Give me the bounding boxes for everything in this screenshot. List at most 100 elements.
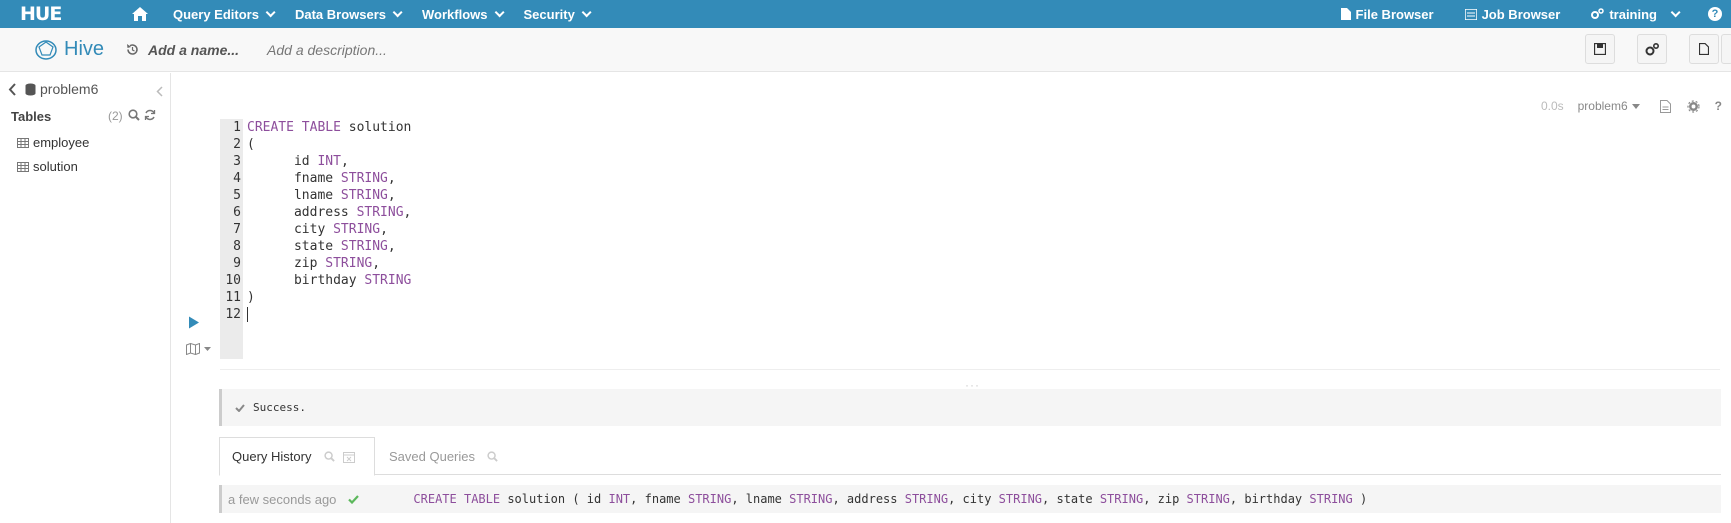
save-button[interactable] xyxy=(1585,34,1615,64)
file-icon xyxy=(1340,8,1351,20)
settings-cogs-button[interactable] xyxy=(1637,34,1667,64)
editor-type-title: Hive xyxy=(64,38,105,60)
menu-data-browsers[interactable]: Data Browsers xyxy=(295,7,403,22)
chevron-left-icon xyxy=(156,86,163,97)
code-line: 6 address STRING, xyxy=(220,204,411,221)
search-icon[interactable] xyxy=(128,109,140,121)
assist-panel: problem6 Tables (2) employee solution xyxy=(0,73,171,523)
hue-logo[interactable]: HUE xyxy=(20,3,72,25)
chevron-down-icon xyxy=(392,6,403,17)
code-line: 2( xyxy=(220,136,411,153)
history-time: a few seconds ago xyxy=(228,491,337,507)
line-content: state STRING, xyxy=(247,239,396,254)
line-content xyxy=(242,306,248,323)
menu-security[interactable]: Security xyxy=(524,7,592,22)
query-builder-button[interactable] xyxy=(186,343,211,355)
line-number: 10 xyxy=(225,273,241,288)
chevron-down-icon xyxy=(494,6,505,17)
tab-saved-queries[interactable]: Saved Queries xyxy=(389,437,498,476)
query-description-field[interactable]: Add a description... xyxy=(267,42,387,58)
job-browser-link[interactable]: Job Browser xyxy=(1464,7,1560,22)
line-content: zip STRING, xyxy=(247,256,381,271)
code-line: 9 zip STRING, xyxy=(220,255,411,272)
help-icon[interactable]: ? xyxy=(1715,99,1722,113)
calendar-x-icon xyxy=(343,451,356,463)
play-icon xyxy=(189,316,199,329)
search-icon xyxy=(324,451,336,462)
user-menu[interactable]: training xyxy=(1591,7,1681,22)
file-browser-link[interactable]: File Browser xyxy=(1340,7,1434,22)
top-navbar: HUE Query Editors Data Browsers Workflow… xyxy=(0,0,1731,28)
search-icon xyxy=(487,451,498,462)
code-lines: 1 CREATE TABLE solution 2(3 id INT, 4 fname… xyxy=(220,119,411,323)
check-icon xyxy=(235,403,245,412)
help-icon[interactable]: ? xyxy=(1708,7,1722,21)
line-content: CREATE TABLE solution xyxy=(247,120,412,135)
saved-search-button[interactable] xyxy=(487,451,498,462)
history-item[interactable]: a few seconds ago CREATE TABLE solution … xyxy=(219,485,1721,513)
line-number: 1 xyxy=(233,120,241,135)
table-icon xyxy=(17,161,29,172)
chevron-left-icon xyxy=(8,82,16,96)
hive-icon xyxy=(35,39,57,60)
cogs-icon xyxy=(1591,8,1605,19)
line-content: fname STRING, xyxy=(247,171,396,186)
table-item-employee[interactable]: employee xyxy=(17,135,89,150)
query-name-field[interactable]: Add a name... xyxy=(148,42,239,58)
menu-workflows[interactable]: Workflows xyxy=(422,6,505,22)
list-icon xyxy=(1464,8,1477,20)
line-number: 3 xyxy=(233,154,241,169)
home-button[interactable] xyxy=(130,4,150,24)
refresh-icon[interactable] xyxy=(144,109,156,121)
code-line: 5 lname STRING, xyxy=(220,187,411,204)
line-number: 8 xyxy=(233,239,241,254)
tab-query-history[interactable]: Query History xyxy=(219,437,375,476)
caret-down-icon xyxy=(1631,103,1640,109)
line-number: 4 xyxy=(233,171,241,186)
more-actions-button[interactable] xyxy=(1721,34,1731,64)
line-number: 2 xyxy=(233,137,241,152)
line-number: 5 xyxy=(233,188,241,203)
save-icon xyxy=(1594,43,1606,55)
line-content: ( xyxy=(247,137,255,152)
caret-down-icon xyxy=(204,347,211,351)
collapse-sidebar-button[interactable] xyxy=(156,85,163,100)
line-number: 9 xyxy=(233,256,241,271)
snippet-database-selector[interactable]: problem6 xyxy=(1578,99,1640,113)
menu-query-editors[interactable]: Query Editors xyxy=(173,7,276,22)
clear-history-button[interactable] xyxy=(343,451,356,463)
text-cursor xyxy=(247,307,248,322)
code-line: 3 id INT, xyxy=(220,153,411,170)
line-number: 6 xyxy=(233,205,241,220)
line-content: lname STRING, xyxy=(247,188,396,203)
code-line: 1 CREATE TABLE solution xyxy=(220,119,411,136)
code-line: 12 xyxy=(220,306,411,323)
history-query-text: CREATE TABLE solution ( id INT, fname ST… xyxy=(413,492,1368,506)
tables-label: Tables xyxy=(11,109,52,124)
table-item-solution[interactable]: solution xyxy=(17,159,78,174)
code-line: 10 birthday STRING xyxy=(220,272,411,289)
run-query-button[interactable] xyxy=(188,316,200,332)
line-number: 7 xyxy=(233,222,241,237)
snippet-toolbar: 0.0s problem6 ? xyxy=(1541,98,1731,114)
home-icon xyxy=(132,7,148,21)
history-button[interactable] xyxy=(126,43,139,56)
line-content: city STRING, xyxy=(247,222,388,237)
gear-icon[interactable] xyxy=(1687,99,1700,113)
tables-count: (2) xyxy=(108,109,123,123)
chevron-down-icon xyxy=(1670,6,1681,17)
code-line: 7 city STRING, xyxy=(220,221,411,238)
history-tabs: Query History Saved Queries xyxy=(219,437,1721,476)
execution-time: 0.0s xyxy=(1540,99,1564,113)
hive-logo: Hive xyxy=(34,38,104,61)
database-selector[interactable]: problem6 xyxy=(8,81,98,97)
file-text-icon[interactable] xyxy=(1659,99,1671,113)
code-line: 8 state STRING, xyxy=(220,238,411,255)
history-search-button[interactable] xyxy=(324,451,336,462)
line-content: id INT, xyxy=(247,154,349,169)
line-number: 11 xyxy=(225,290,241,305)
new-document-button[interactable] xyxy=(1689,34,1719,64)
code-editor[interactable]: 1 CREATE TABLE solution 2(3 id INT, 4 fname… xyxy=(220,119,1720,359)
navbar-right: File Browser Job Browser training ? xyxy=(1340,0,1731,28)
tables-tools xyxy=(128,109,156,121)
